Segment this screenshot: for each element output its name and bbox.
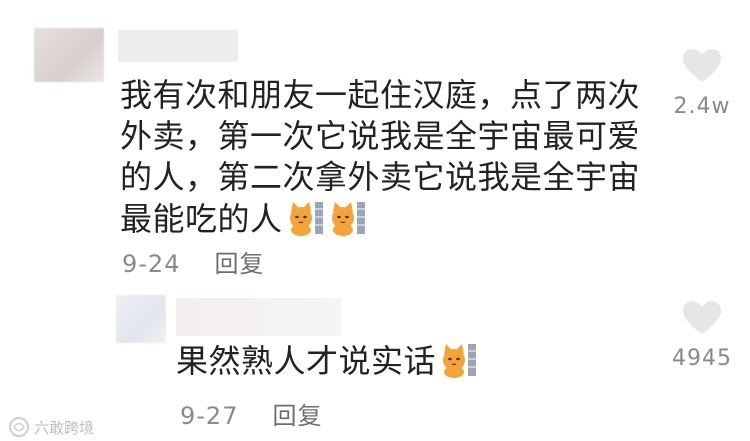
like-count: 4945 xyxy=(672,346,732,371)
reply-button[interactable]: 回复 xyxy=(214,250,264,278)
watermark-logo-icon xyxy=(9,417,29,437)
like-count: 2.4w xyxy=(673,94,731,119)
comment-meta: 9-24 回复 xyxy=(122,244,264,279)
reply-text-body: 果然熟人才说实话 xyxy=(176,342,437,380)
like-button[interactable]: 4945 xyxy=(662,300,742,371)
cat-emoji-icon xyxy=(331,198,367,236)
heart-icon[interactable] xyxy=(682,300,722,336)
reply-date: 9-27 xyxy=(180,402,239,430)
reply-meta: 9-27 回复 xyxy=(180,396,322,431)
username-blurred[interactable] xyxy=(176,298,342,336)
reply-text: 果然熟人才说实话 xyxy=(176,340,596,382)
comment-text: 我有次和朋友一起住汉庭，点了两次外卖，第一次它说我是全宇宙最可爱的人，第二次拿外… xyxy=(120,75,645,240)
avatar[interactable] xyxy=(34,28,104,82)
reply-button[interactable]: 回复 xyxy=(272,402,322,430)
heart-icon[interactable] xyxy=(682,48,722,84)
comment-date: 9-24 xyxy=(122,250,181,278)
comment-text-body: 我有次和朋友一起住汉庭，点了两次外卖，第一次它说我是全宇宙最可爱的人，第二次拿外… xyxy=(120,76,641,238)
cat-emoji-icon xyxy=(442,340,478,378)
like-button[interactable]: 2.4w xyxy=(662,48,742,119)
username-blurred[interactable] xyxy=(118,30,238,62)
cat-emoji-icon xyxy=(289,198,325,236)
watermark-text: 六敢跨境 xyxy=(34,418,95,437)
watermark: 六敢跨境 xyxy=(8,416,94,438)
avatar[interactable] xyxy=(116,295,166,343)
